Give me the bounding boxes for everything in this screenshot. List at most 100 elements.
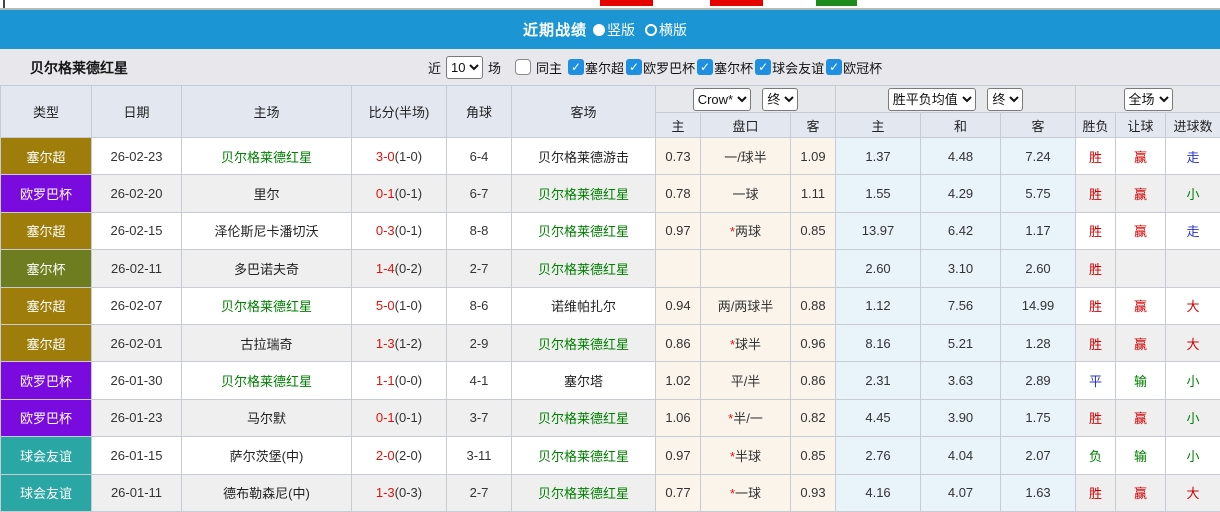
result-handicap: 输: [1116, 362, 1166, 399]
competition-badge: 欧罗巴杯: [1, 362, 92, 399]
section-title: 近期战绩: [523, 19, 587, 40]
away-team[interactable]: 塞尔塔: [564, 374, 603, 389]
handicap-line: *半/一: [701, 399, 791, 436]
home-team[interactable]: 马尔默: [247, 411, 286, 426]
halftime-score: (0-1): [395, 410, 422, 425]
lose-odds: 5.75: [1001, 175, 1076, 212]
handicap-away-odds: 1.09: [791, 138, 836, 175]
clipped-red-button[interactable]: [600, 0, 653, 6]
competition-checkbox[interactable]: ✓: [626, 59, 642, 75]
result-handicap: 赢: [1116, 175, 1166, 212]
home-team[interactable]: 贝尔格莱德红星: [221, 299, 312, 314]
col-date: 日期: [92, 86, 182, 138]
clipped-green-button[interactable]: [816, 0, 857, 6]
layout-options: 竖版横版: [593, 20, 697, 40]
home-team[interactable]: 泽伦斯尼卡潘切沃: [214, 224, 318, 239]
home-team[interactable]: 贝尔格莱德红星: [221, 374, 312, 389]
clipped-red-button[interactable]: [710, 0, 763, 6]
match-count-select[interactable]: 10: [446, 56, 483, 79]
away-team[interactable]: 贝尔格莱德游击: [538, 150, 629, 165]
layout-radio[interactable]: [645, 24, 657, 36]
away-team[interactable]: 贝尔格莱德红星: [538, 411, 629, 426]
competition-checkbox[interactable]: ✓: [826, 59, 842, 75]
lose-odds: 2.07: [1001, 437, 1076, 474]
lose-odds: 14.99: [1001, 287, 1076, 324]
away-team[interactable]: 诺维帕扎尔: [551, 299, 616, 314]
away-team[interactable]: 贝尔格莱德红星: [538, 187, 629, 202]
col-draw-odds: 和: [921, 113, 1001, 138]
match-date: 26-02-23: [92, 138, 182, 175]
competition-badge: 塞尔杯: [1, 250, 92, 287]
away-team[interactable]: 贝尔格莱德红星: [538, 262, 629, 277]
result-handicap: 赢: [1116, 324, 1166, 361]
same-home-checkbox[interactable]: [515, 59, 531, 75]
win-odds: 8.16: [836, 324, 921, 361]
col-result-wdl: 胜负: [1076, 113, 1116, 138]
match-date: 26-02-01: [92, 324, 182, 361]
competition-label: 球会友谊: [772, 58, 824, 77]
score-cell: 1-4(0-2): [352, 250, 447, 287]
win-odds: 4.45: [836, 399, 921, 436]
win-odds: 4.16: [836, 474, 921, 511]
odds-average-select[interactable]: 胜平负均值: [888, 88, 976, 111]
win-odds: 1.37: [836, 138, 921, 175]
handicap-home-odds: 0.97: [656, 437, 701, 474]
bookmaker-select[interactable]: Crow*: [693, 88, 751, 111]
result-wdl: 胜: [1076, 324, 1116, 361]
score-cell: 5-0(1-0): [352, 287, 447, 324]
competition-checkbox[interactable]: ✓: [568, 59, 584, 75]
result-wdl: 胜: [1076, 399, 1116, 436]
home-team[interactable]: 里尔: [253, 187, 279, 202]
result-wdl: 胜: [1076, 212, 1116, 249]
halftime-score: (1-0): [395, 298, 422, 313]
fulltime-score: 0-3: [376, 223, 395, 238]
handicap-away-odds: 0.88: [791, 287, 836, 324]
competition-checkbox[interactable]: ✓: [755, 59, 771, 75]
layout-radio[interactable]: [593, 24, 605, 36]
handicap-away-odds: [791, 250, 836, 287]
away-team[interactable]: 贝尔格莱德红星: [538, 449, 629, 464]
scope-select[interactable]: 全场: [1124, 88, 1173, 111]
col-type: 类型: [1, 86, 92, 138]
corners: 4-1: [447, 362, 512, 399]
result-handicap: 赢: [1116, 287, 1166, 324]
lose-odds: 1.63: [1001, 474, 1076, 511]
home-team[interactable]: 萨尔茨堡(中): [230, 449, 304, 464]
score-cell: 1-3(1-2): [352, 324, 447, 361]
score-cell: 3-0(1-0): [352, 138, 447, 175]
odds-state-select[interactable]: 终: [987, 88, 1023, 111]
result-goals: [1166, 250, 1220, 287]
home-team[interactable]: 多巴诺夫奇: [234, 262, 299, 277]
halftime-score: (0-1): [395, 223, 422, 238]
handicap-home-odds: 1.02: [656, 362, 701, 399]
away-team[interactable]: 贝尔格莱德红星: [538, 337, 629, 352]
home-team[interactable]: 贝尔格莱德红星: [221, 150, 312, 165]
home-team[interactable]: 古拉瑞奇: [240, 337, 292, 352]
unit-label: 场: [488, 58, 501, 77]
result-goals: 小: [1166, 175, 1220, 212]
handicap-line: *两球: [701, 212, 791, 249]
col-home: 主场: [182, 86, 352, 138]
halftime-score: (0-3): [395, 485, 422, 500]
handicap-away-odds: 0.85: [791, 212, 836, 249]
away-team[interactable]: 贝尔格莱德红星: [538, 486, 629, 501]
away-team[interactable]: 贝尔格莱德红星: [538, 224, 629, 239]
corners: 6-7: [447, 175, 512, 212]
result-goals: 走: [1166, 138, 1220, 175]
match-date: 26-02-15: [92, 212, 182, 249]
bookmaker-state-select[interactable]: 终: [762, 88, 798, 111]
table-row: 球会友谊 26-01-11 德布勒森尼(中) 1-3(0-3) 2-7 贝尔格莱…: [1, 474, 1220, 511]
section-title-bar: 近期战绩 竖版横版: [0, 10, 1220, 49]
lose-odds: 2.89: [1001, 362, 1076, 399]
left-border-fragment: [3, 0, 5, 8]
home-team[interactable]: 德布勒森尼(中): [223, 486, 310, 501]
corners: 8-8: [447, 212, 512, 249]
handicap-away-odds: 0.85: [791, 437, 836, 474]
col-result-handicap: 让球: [1116, 113, 1166, 138]
competition-checkbox[interactable]: ✓: [697, 59, 713, 75]
draw-odds: 3.90: [921, 399, 1001, 436]
competition-badge: 球会友谊: [1, 437, 92, 474]
col-win-odds: 主: [836, 113, 921, 138]
handicap-line: *半球: [701, 437, 791, 474]
handicap-line: 一球: [701, 175, 791, 212]
